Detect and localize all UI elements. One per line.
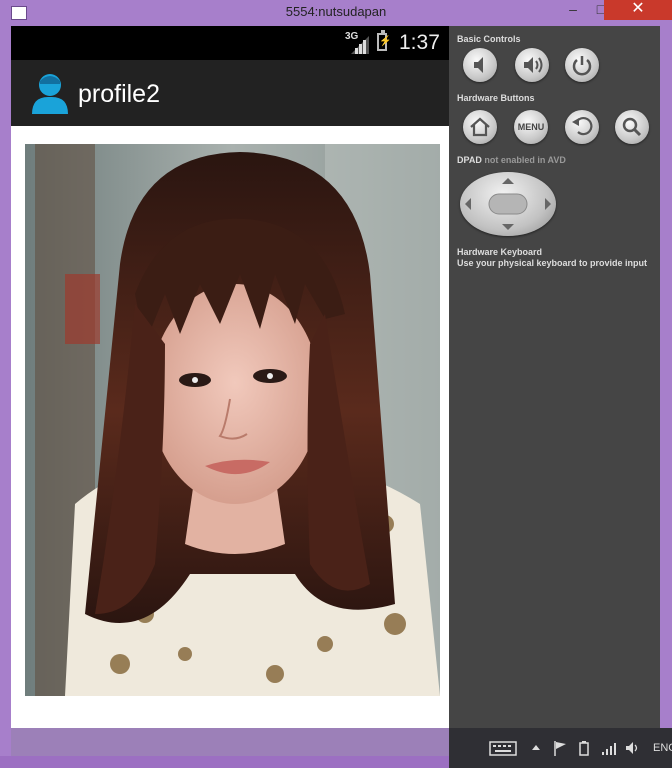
power-plug-battery-icon[interactable] <box>577 740 591 756</box>
volume-down-button[interactable] <box>463 48 497 82</box>
keyboard-title: Hardware Keyboard <box>457 247 543 257</box>
taskbar-tray: ENG <box>449 728 672 768</box>
window-title-bar: 5554:nutsudapan – □ ✕ <box>0 0 672 26</box>
search-icon <box>622 117 642 137</box>
volume-speaker-icon[interactable] <box>625 740 641 756</box>
back-button[interactable] <box>565 110 599 144</box>
app-title: profile2 <box>78 80 160 108</box>
dpad-arrows-icon <box>465 178 551 230</box>
show-hidden-icons-chevron-icon[interactable] <box>531 740 541 756</box>
volume-up-icon <box>524 57 543 73</box>
home-icon <box>470 117 490 137</box>
keyboard-icon[interactable] <box>489 740 517 756</box>
battery-icon: ⚡ <box>377 30 391 51</box>
power-button[interactable] <box>565 48 599 82</box>
basic-controls-label: Basic Controls <box>457 34 521 44</box>
window-frame-right <box>660 26 672 728</box>
keyboard-note: Use your physical keyboard to provide in… <box>457 258 648 268</box>
hardware-buttons-label: Hardware Buttons <box>457 93 535 103</box>
status-bar: 3G ⚡ 1:37 <box>11 26 449 60</box>
close-button[interactable]: ✕ <box>604 0 672 20</box>
hardware-keyboard-info: Hardware Keyboard Use your physical keyb… <box>457 247 647 269</box>
window-frame-left <box>0 26 11 756</box>
menu-button[interactable]: MENU <box>514 110 548 144</box>
person-avatar-icon[interactable] <box>30 72 70 114</box>
dpad-control[interactable] <box>460 172 556 236</box>
profile-photo <box>25 144 440 696</box>
home-button[interactable] <box>463 110 497 144</box>
dpad-label: DPAD not enabled in AVD <box>457 155 566 165</box>
menu-button-label: MENU <box>517 122 545 132</box>
volume-down-icon <box>474 57 483 73</box>
signal-strength-icon <box>351 36 369 54</box>
window-frame-bottom <box>11 728 449 756</box>
back-arrow-icon <box>572 116 593 136</box>
volume-up-button[interactable] <box>515 48 549 82</box>
profile-photo-illustration <box>25 144 440 696</box>
status-time: 1:37 <box>399 31 440 54</box>
emulator-screen[interactable]: 3G ⚡ 1:37 profile2 <box>11 26 449 728</box>
action-bar: profile2 <box>11 60 449 128</box>
search-button[interactable] <box>615 110 649 144</box>
language-indicator[interactable]: ENG <box>653 742 672 754</box>
network-signal-icon[interactable] <box>601 740 617 756</box>
emulator-control-panel: Basic Controls Hardware Buttons MENU DPA… <box>449 26 660 728</box>
minimize-button[interactable]: – <box>560 0 586 20</box>
action-center-flag-icon[interactable] <box>553 740 567 756</box>
power-icon <box>572 56 592 76</box>
main-content <box>11 126 449 728</box>
